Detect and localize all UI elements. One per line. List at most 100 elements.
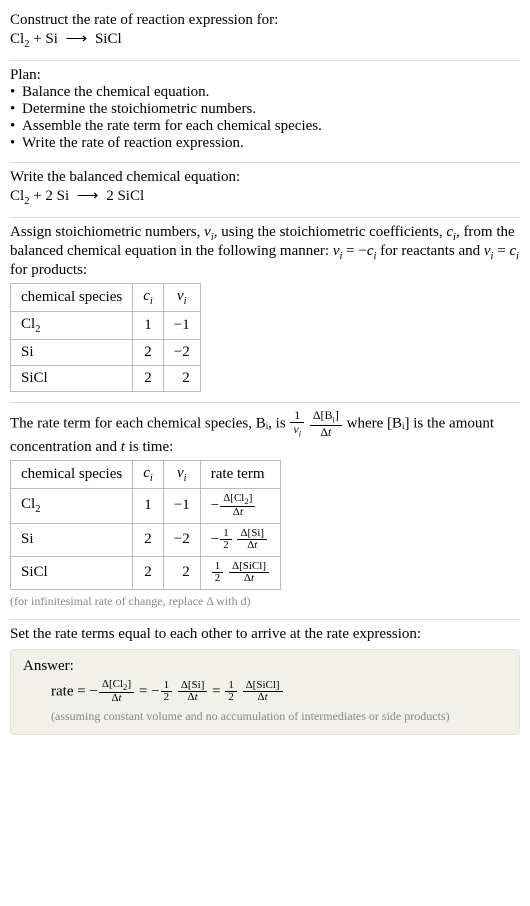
table-row: Cl2 1 −1 xyxy=(11,312,201,340)
frac-den: Δt xyxy=(237,540,267,552)
term-coef: 12 xyxy=(161,680,173,704)
cell-species: Cl2 xyxy=(11,488,133,523)
term-sign: − xyxy=(89,683,97,699)
cell-nui: 2 xyxy=(163,366,200,392)
stoich-text-part: for products: xyxy=(10,262,87,278)
intro-prompt: Construct the rate of reaction expressio… xyxy=(10,12,520,29)
cell-nui: 2 xyxy=(163,556,200,589)
rate-term-block: The rate term for each chemical species,… xyxy=(10,403,520,620)
frac-num: Δ[Cl2] xyxy=(99,679,134,693)
stoich-table: chemical species ci νi Cl2 1 −1 Si 2 −2 … xyxy=(10,283,201,392)
balanced-block: Write the balanced chemical equation: Cl… xyxy=(10,163,520,218)
rate-expression: rate = −Δ[Cl2]Δt = −12 Δ[Si]Δt = 12 Δ[Si… xyxy=(23,679,507,705)
balanced-equation: Cl2 + 2 Si ⟶ 2 SiCl xyxy=(10,186,520,207)
cell-ci: 1 xyxy=(133,312,164,340)
frac-num: Δ[Cl2] xyxy=(220,493,255,507)
frac-den: 2 xyxy=(225,692,237,704)
final-block: Set the rate terms equal to each other t… xyxy=(10,620,520,745)
term-sign: − xyxy=(211,531,219,547)
table-row: Si 2 −2 xyxy=(11,340,201,366)
plan-item-text: Balance the chemical equation. xyxy=(22,84,520,101)
frac-num: Δ[Bi] xyxy=(310,409,342,426)
plan-item: •Assemble the rate term for each chemica… xyxy=(10,118,520,135)
table-row: SiCl 2 2 xyxy=(11,366,201,392)
rate-term-text: The rate term for each chemical species,… xyxy=(10,409,520,456)
plan-item: •Write the rate of reaction expression. xyxy=(10,135,520,152)
intro-block: Construct the rate of reaction expressio… xyxy=(10,6,520,61)
answer-box: Answer: rate = −Δ[Cl2]Δt = −12 Δ[Si]Δt =… xyxy=(10,649,520,735)
cell-species: SiCl xyxy=(11,366,133,392)
frac-den: Δt xyxy=(178,692,208,704)
frac-den: Δt xyxy=(243,692,283,704)
rate-term-note: (for infinitesimal rate of change, repla… xyxy=(10,594,520,609)
term-sign: − xyxy=(211,497,219,513)
table-header-row: chemical species ci νi xyxy=(11,284,201,312)
frac-den: 2 xyxy=(220,540,232,552)
cell-nui: −2 xyxy=(163,340,200,366)
term-frac: Δ[Si]Δt xyxy=(237,528,267,552)
term-coef: 12 xyxy=(220,528,232,552)
stoich-text-part: , using the stoichiometric coefficients, xyxy=(214,224,447,240)
cell-nui: −2 xyxy=(163,523,200,556)
frac-den: Δt xyxy=(220,507,255,519)
frac-den: 2 xyxy=(161,692,173,704)
stoich-block: Assign stoichiometric numbers, νi , using… xyxy=(10,218,520,403)
cell-species: Si xyxy=(11,340,133,366)
frac-one-over-nu: 1 νi xyxy=(290,409,304,439)
term-coef: 12 xyxy=(225,680,237,704)
term-frac: Δ[SiCl]Δt xyxy=(229,561,269,585)
cell-nui: −1 xyxy=(163,312,200,340)
plan-item-text: Assemble the rate term for each chemical… xyxy=(22,118,520,135)
col-species: chemical species xyxy=(11,284,133,312)
cell-nui: −1 xyxy=(163,488,200,523)
plan-item-text: Write the rate of reaction expression. xyxy=(22,135,520,152)
frac-den: Δt xyxy=(229,573,269,585)
answer-label: Answer: xyxy=(23,658,507,675)
col-species: chemical species xyxy=(11,460,133,488)
frac-den: Δt xyxy=(310,426,342,439)
plan-item: •Balance the chemical equation. xyxy=(10,84,520,101)
stoich-text-part: for reactants and xyxy=(376,243,483,259)
cell-species: SiCl xyxy=(11,556,133,589)
cell-rate-term: −Δ[Cl2]Δt xyxy=(200,488,280,523)
term-frac: Δ[Si]Δt xyxy=(178,680,208,704)
frac-den: νi xyxy=(290,423,304,439)
cell-ci: 1 xyxy=(133,488,164,523)
cell-ci: 2 xyxy=(133,340,164,366)
frac-dBi-dt: Δ[Bi] Δt xyxy=(310,409,342,439)
equals: = xyxy=(212,683,224,699)
stoich-text-part: Assign stoichiometric numbers, xyxy=(10,224,204,240)
cell-rate-term: −12 Δ[Si]Δt xyxy=(200,523,280,556)
cell-species: Cl2 xyxy=(11,312,133,340)
plan-item-text: Determine the stoichiometric numbers. xyxy=(22,101,520,118)
col-rate-term: rate term xyxy=(200,460,280,488)
table-row: Cl2 1 −1 −Δ[Cl2]Δt xyxy=(11,488,281,523)
answer-assumption: (assuming constant volume and no accumul… xyxy=(23,709,507,724)
rate-term-table: chemical species ci νi rate term Cl2 1 −… xyxy=(10,460,281,590)
col-ci: ci xyxy=(133,460,164,488)
plan-item: •Determine the stoichiometric numbers. xyxy=(10,101,520,118)
table-row: Si 2 −2 −12 Δ[Si]Δt xyxy=(11,523,281,556)
term-frac: Δ[SiCl]Δt xyxy=(243,680,283,704)
term-frac: Δ[Cl2]Δt xyxy=(220,493,255,519)
term-frac: Δ[Cl2]Δt xyxy=(99,679,134,705)
table-header-row: chemical species ci νi rate term xyxy=(11,460,281,488)
frac-den: 2 xyxy=(212,573,224,585)
plan-heading: Plan: xyxy=(10,67,520,84)
equals: = xyxy=(139,683,151,699)
cell-ci: 2 xyxy=(133,366,164,392)
cell-rate-term: 12 Δ[SiCl]Δt xyxy=(200,556,280,589)
term-coef: 12 xyxy=(212,561,224,585)
rate-term-post: is time: xyxy=(125,439,173,455)
intro-equation: Cl2 + Si ⟶ SiCl xyxy=(10,29,520,50)
table-row: SiCl 2 2 12 Δ[SiCl]Δt xyxy=(11,556,281,589)
col-ci: ci xyxy=(133,284,164,312)
rate-term-pre: The rate term for each chemical species,… xyxy=(10,415,289,431)
col-nui: νi xyxy=(163,460,200,488)
cell-species: Si xyxy=(11,523,133,556)
cell-ci: 2 xyxy=(133,556,164,589)
col-nui: νi xyxy=(163,284,200,312)
frac-den: Δt xyxy=(99,693,134,705)
term-sign: − xyxy=(151,683,159,699)
final-heading: Set the rate terms equal to each other t… xyxy=(10,626,520,643)
